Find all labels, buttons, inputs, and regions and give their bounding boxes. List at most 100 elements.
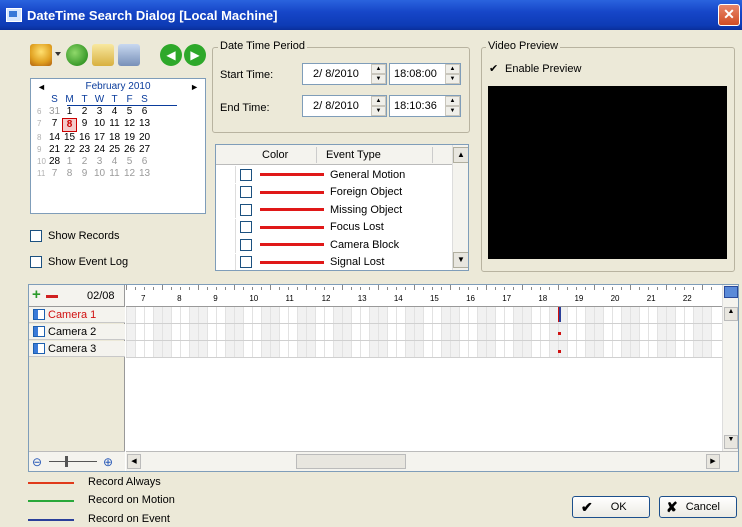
start-time-spinner[interactable]: ▲ ▼ [445, 64, 460, 84]
calendar-day[interactable]: 25 [107, 144, 122, 156]
calendar-day[interactable]: 15 [62, 132, 77, 144]
timeline-slot[interactable] [360, 307, 369, 358]
timeline-slot[interactable] [522, 307, 531, 358]
calendar-day[interactable]: 7 [47, 118, 62, 132]
event-table-scrollbar[interactable]: ▲ ▼ [452, 145, 468, 270]
calendar-day[interactable]: 21 [47, 144, 62, 156]
timeline-slot[interactable] [675, 307, 684, 358]
timeline-slot[interactable] [396, 307, 405, 358]
timeline-slot[interactable] [666, 307, 675, 358]
calendar-day[interactable]: 10 [92, 118, 107, 132]
timeline-slot[interactable] [225, 307, 234, 358]
event-checkbox-cell[interactable] [236, 168, 256, 181]
timeline-slot[interactable] [450, 307, 459, 358]
timeline-slot[interactable] [405, 307, 414, 358]
calendar-day[interactable]: 4 [107, 156, 122, 168]
close-button[interactable]: ✕ [718, 4, 740, 26]
zoom-slider[interactable] [49, 461, 97, 462]
timeline-slot[interactable] [126, 307, 135, 358]
calendar-day[interactable]: 12 [122, 118, 137, 132]
timeline-slot[interactable] [657, 307, 666, 358]
event-row[interactable]: Camera Block [216, 236, 452, 253]
show-records-checkbox[interactable] [30, 230, 42, 242]
timeline-slot[interactable] [279, 307, 288, 358]
start-date-spinner[interactable]: ▲ ▼ [371, 64, 386, 84]
calendar-day[interactable]: 17 [92, 132, 107, 144]
timeline-slot[interactable] [468, 307, 477, 358]
timeline-slot[interactable] [234, 307, 243, 358]
event-checkbox[interactable] [240, 203, 252, 216]
calendar-day[interactable]: 24 [92, 144, 107, 156]
calendar-day[interactable]: 6 [137, 156, 152, 168]
timeline-slot[interactable] [243, 307, 252, 358]
calendar-day[interactable]: 12 [122, 168, 137, 180]
show-event-log-option[interactable]: Show Event Log [30, 256, 128, 268]
back-icon[interactable]: ◀ [160, 44, 182, 66]
timeline-slot[interactable] [144, 307, 153, 358]
calendar-day[interactable]: 2 [77, 106, 92, 118]
timeline-slot[interactable] [216, 307, 225, 358]
event-type-column-header[interactable]: Event Type [326, 149, 381, 161]
timeline-slot[interactable] [162, 307, 171, 358]
timeline-slot[interactable] [504, 307, 513, 358]
timeline-slot[interactable] [252, 307, 261, 358]
event-row[interactable]: Foreign Object [216, 183, 452, 201]
calendar-day[interactable]: 3 [92, 106, 107, 118]
calendar-day[interactable]: 9 [77, 118, 92, 132]
start-time-field[interactable]: 18:08:00 ▲ ▼ [389, 63, 461, 85]
calendar-day[interactable]: 26 [122, 144, 137, 156]
calendar-next-button[interactable]: ► [190, 82, 199, 92]
timeline-slot[interactable] [297, 307, 306, 358]
timeline-slot[interactable] [621, 307, 630, 358]
color-column-header[interactable]: Color [262, 149, 288, 161]
dropdown-arrow-icon[interactable] [55, 52, 61, 56]
timeline-slot[interactable] [648, 307, 657, 358]
calendar-day[interactable]: 3 [92, 156, 107, 168]
calendar-day[interactable]: 13 [137, 118, 152, 132]
timeline-slot[interactable] [684, 307, 693, 358]
calendar-prev-button[interactable]: ◄ [37, 82, 46, 92]
calendar-day[interactable]: 18 [107, 132, 122, 144]
event-checkbox[interactable] [240, 168, 252, 181]
calendar-day[interactable]: 11 [107, 168, 122, 180]
timeline-slot[interactable] [486, 307, 495, 358]
timeline-slot[interactable] [594, 307, 603, 358]
timeline-slot[interactable] [189, 307, 198, 358]
timeline-slot[interactable] [270, 307, 279, 358]
calendar-day[interactable]: 8 [62, 168, 77, 180]
event-row[interactable]: Missing Object [216, 201, 452, 218]
timeline-slot[interactable] [702, 307, 711, 358]
event-checkbox-cell[interactable] [236, 203, 256, 216]
recording-dot[interactable] [558, 332, 561, 335]
timeline-slot[interactable] [711, 307, 720, 358]
event-row[interactable]: General Motion [216, 166, 452, 183]
calendar-day[interactable]: 9 [77, 168, 92, 180]
event-type-table[interactable]: Color Event Type General Motion Foreign O… [215, 144, 469, 271]
timeline-slot[interactable] [153, 307, 162, 358]
event-checkbox-cell[interactable] [236, 256, 256, 268]
timeline-hscroll[interactable]: ◀ ▶ [126, 451, 738, 471]
link-icon[interactable] [66, 44, 88, 66]
calendar-day[interactable]: 2 [77, 156, 92, 168]
timeline-vscroll[interactable]: ▲ ▼ [722, 285, 738, 451]
timeline-slot[interactable] [603, 307, 612, 358]
search-folder-icon[interactable] [92, 44, 114, 66]
timeline-slot[interactable] [513, 307, 522, 358]
calendar-day[interactable]: 11 [107, 118, 122, 132]
hscroll-thumb[interactable] [296, 454, 406, 469]
timeline-slot[interactable] [171, 307, 180, 358]
timeline-slot[interactable] [612, 307, 621, 358]
event-checkbox[interactable] [240, 221, 252, 233]
calendar-day[interactable]: 27 [137, 144, 152, 156]
timeline-slot[interactable] [414, 307, 423, 358]
timeline-slot[interactable] [477, 307, 486, 358]
end-time-spinner[interactable]: ▲ ▼ [445, 96, 460, 116]
camera-row-1[interactable]: Camera 1 [29, 307, 125, 323]
calendar-day[interactable]: 4 [107, 106, 122, 118]
start-date-field[interactable]: 2/ 8/2010 ▲ ▼ [302, 63, 387, 85]
show-event-log-checkbox[interactable] [30, 256, 42, 268]
event-row[interactable]: Signal Lost [216, 253, 452, 270]
timeline-slot[interactable] [567, 307, 576, 358]
timeline-slot[interactable] [576, 307, 585, 358]
ok-button[interactable]: ✔ OK [572, 496, 650, 518]
